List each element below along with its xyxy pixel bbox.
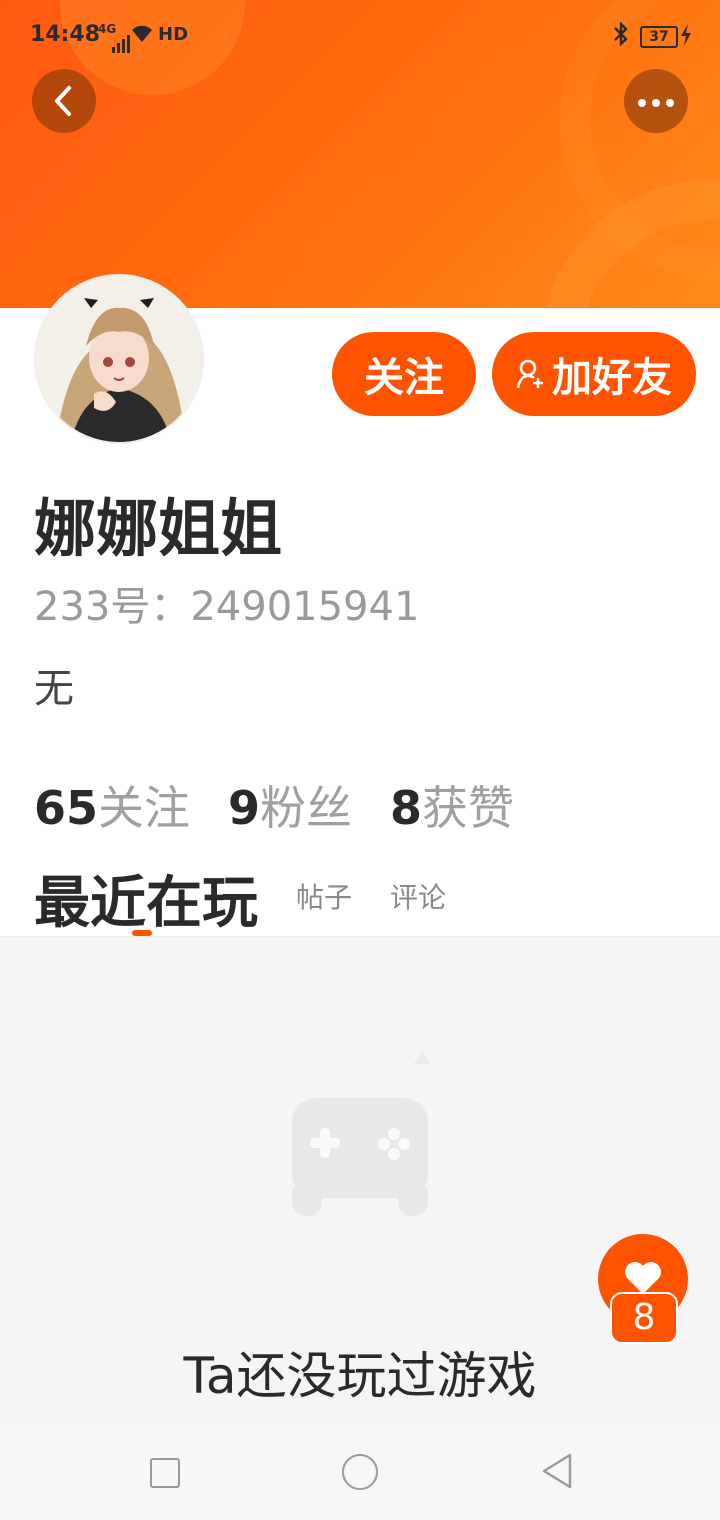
profile-stats: 65关注 9粉丝 8获赞 <box>34 772 552 838</box>
tab-recently-played[interactable]: 最近在玩 <box>34 858 258 939</box>
stat-value: 8 <box>390 781 423 835</box>
more-horizontal-icon <box>635 92 677 111</box>
stat-label: 粉丝 <box>260 781 353 835</box>
tab-comments[interactable]: 评论 <box>390 876 446 916</box>
stat-followers[interactable]: 9粉丝 <box>228 772 352 838</box>
status-time: 14:48 <box>30 22 101 47</box>
stat-following[interactable]: 65关注 <box>34 772 190 838</box>
back-button[interactable] <box>32 69 96 133</box>
tab-posts[interactable]: 帖子 <box>296 876 352 916</box>
hd-indicator: HD <box>158 24 189 45</box>
follow-button[interactable]: 关注 <box>332 332 476 416</box>
avatar[interactable] <box>36 276 202 442</box>
stat-label: 获赞 <box>422 781 515 835</box>
more-button[interactable] <box>624 69 688 133</box>
status-bar: 14:48 4G HD 37 <box>0 0 720 72</box>
add-friend-button[interactable]: 加好友 <box>492 332 696 416</box>
profile-bio: 无 <box>34 666 74 712</box>
square-icon[interactable] <box>150 1458 180 1488</box>
wifi-icon <box>130 22 154 50</box>
profile-id: 233号：249015941 <box>34 584 420 630</box>
stat-likes[interactable]: 8获赞 <box>390 772 514 838</box>
circle-icon[interactable] <box>342 1454 378 1490</box>
add-friend-label: 加好友 <box>552 355 672 401</box>
avatar-image <box>36 276 202 442</box>
profile-name: 娜娜姐姐 <box>34 492 283 565</box>
gamepad-icon <box>263 1040 455 1234</box>
battery-icon: 37 <box>640 26 678 48</box>
chevron-left-icon <box>55 86 71 116</box>
stat-value: 65 <box>34 781 99 835</box>
add-user-icon <box>516 359 543 389</box>
bluetooth-icon <box>612 21 630 52</box>
like-count-badge: 8 <box>610 1292 678 1344</box>
stat-label: 关注 <box>98 781 191 835</box>
heart-icon <box>625 1262 661 1294</box>
charging-icon <box>680 24 692 52</box>
empty-state-text: Ta还没玩过游戏 <box>183 1347 537 1405</box>
stat-value: 9 <box>228 781 261 835</box>
follow-label: 关注 <box>364 355 444 401</box>
signal-icon <box>112 28 132 53</box>
triangle-back-icon[interactable] <box>540 1452 574 1494</box>
